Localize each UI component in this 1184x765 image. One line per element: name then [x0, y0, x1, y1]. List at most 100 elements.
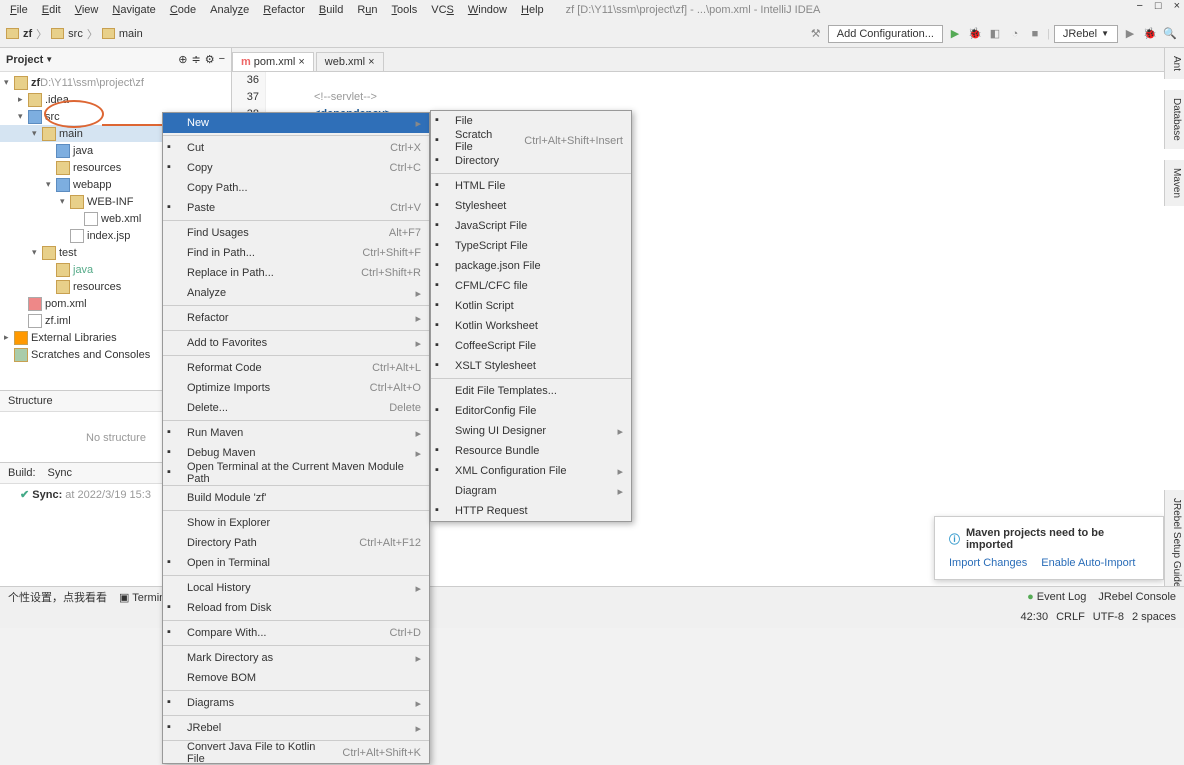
import-changes-link[interactable]: Import Changes [949, 557, 1027, 569]
menu-run[interactable]: Run [351, 3, 383, 17]
gear-icon[interactable]: ⚙ [205, 53, 215, 66]
menu-item[interactable]: ▪Stylesheet [431, 196, 631, 216]
menu-item[interactable]: ▪Diagrams▸ [163, 693, 429, 713]
menu-help[interactable]: Help [515, 3, 550, 17]
menu-item[interactable]: ▪Scratch FileCtrl+Alt+Shift+Insert [431, 131, 631, 151]
menu-item[interactable]: Edit File Templates... [431, 381, 631, 401]
stop-icon[interactable]: ■ [1027, 26, 1043, 42]
jrebel-combo[interactable]: JRebel ▼ [1054, 25, 1118, 43]
menu-item[interactable]: ▪HTML File [431, 176, 631, 196]
menu-file[interactable]: File [4, 3, 34, 17]
menu-item[interactable]: Directory PathCtrl+Alt+F12 [163, 533, 429, 553]
menu-item[interactable]: Convert Java File to Kotlin FileCtrl+Alt… [163, 743, 429, 763]
hide-icon[interactable]: − [219, 53, 225, 66]
hammer-icon[interactable]: ⚒ [808, 26, 824, 42]
vtab-maven[interactable]: Maven [1164, 160, 1184, 206]
menu-item[interactable]: ▪JavaScript File [431, 216, 631, 236]
breadcrumb[interactable]: zf〉 src〉 main [6, 26, 143, 42]
project-label[interactable]: Project [6, 54, 43, 66]
jrebel-console-tab[interactable]: JRebel Console [1098, 591, 1176, 603]
menu-refactor[interactable]: Refactor [257, 3, 311, 17]
menu-item[interactable]: Build Module 'zf' [163, 488, 429, 508]
collapse-icon[interactable]: ≑ [191, 53, 200, 66]
menu-item[interactable]: Optimize ImportsCtrl+Alt+O [163, 378, 429, 398]
enable-auto-import-link[interactable]: Enable Auto-Import [1041, 557, 1135, 569]
menu-edit[interactable]: Edit [36, 3, 67, 17]
menu-vcs[interactable]: VCS [425, 3, 460, 17]
menu-item[interactable]: Show in Explorer [163, 513, 429, 533]
menu-tools[interactable]: Tools [386, 3, 424, 17]
menu-item[interactable]: ▪CutCtrl+X [163, 138, 429, 158]
menu-item[interactable]: ▪CFML/CFC file [431, 276, 631, 296]
menu-item[interactable]: ▪Resource Bundle [431, 441, 631, 461]
menu-view[interactable]: View [69, 3, 105, 17]
menu-item[interactable]: Replace in Path...Ctrl+Shift+R [163, 263, 429, 283]
menu-item[interactable]: ▪Kotlin Worksheet [431, 316, 631, 336]
menu-build[interactable]: Build [313, 3, 349, 17]
close-icon[interactable]: × [298, 56, 304, 68]
menu-window[interactable]: Window [462, 3, 513, 17]
file-icon: ▪ [435, 114, 449, 128]
menu-item[interactable]: Diagram▸ [431, 481, 631, 501]
toolbar: zf〉 src〉 main ⚒ Add Configuration... ▶ 🐞… [0, 20, 1184, 48]
vtab-database[interactable]: Database [1164, 90, 1184, 149]
menu-item[interactable]: ▪File [431, 111, 631, 131]
menu-item[interactable]: ▪Open in Terminal [163, 553, 429, 573]
menu-item[interactable]: ▪HTTP Request [431, 501, 631, 521]
menu-item[interactable]: ▪Debug Maven▸ [163, 443, 429, 463]
menu-item[interactable]: ▪EditorConfig File [431, 401, 631, 421]
profile-icon[interactable]: ◔ [1007, 26, 1023, 42]
menu-item[interactable]: Find in Path...Ctrl+Shift+F [163, 243, 429, 263]
menu-analyze[interactable]: Analyze [204, 3, 255, 17]
menu-item[interactable]: Reformat CodeCtrl+Alt+L [163, 358, 429, 378]
menu-item[interactable]: Local History▸ [163, 578, 429, 598]
search-icon[interactable]: 🔍 [1162, 26, 1178, 42]
menu-item[interactable]: ▪XSLT Stylesheet [431, 356, 631, 376]
run-icon[interactable]: ▶ [947, 26, 963, 42]
target-icon[interactable]: ⊕ [178, 53, 187, 66]
menu-item[interactable]: ▪XML Configuration File▸ [431, 461, 631, 481]
vtab-jrebel[interactable]: JRebel Setup Guide [1164, 490, 1184, 596]
jrebel-debug-icon[interactable]: 🐞 [1142, 26, 1158, 42]
menu-item[interactable]: ▪Compare With...Ctrl+D [163, 623, 429, 643]
new-submenu[interactable]: ▪File▪Scratch FileCtrl+Alt+Shift+Insert▪… [430, 110, 632, 522]
menu-item[interactable]: ▪Directory [431, 151, 631, 171]
menu-item[interactable]: Copy Path... [163, 178, 429, 198]
menu-item[interactable]: Analyze▸ [163, 283, 429, 303]
menu-item[interactable]: ▪package.json File [431, 256, 631, 276]
menu-code[interactable]: Code [164, 3, 202, 17]
window-controls[interactable]: −□× [1136, 0, 1180, 12]
info-icon: ⓘ [949, 531, 960, 547]
menu-item[interactable]: ▪JRebel▸ [163, 718, 429, 738]
menu-item[interactable]: New▸ [163, 113, 429, 133]
menu-item[interactable]: ▪Run Maven▸ [163, 423, 429, 443]
menu-item[interactable]: ▪Reload from Disk [163, 598, 429, 618]
menu-navigate[interactable]: Navigate [106, 3, 161, 17]
tab-pom[interactable]: mpom.xml× [232, 52, 314, 71]
menu-item[interactable]: ▪Open Terminal at the Current Maven Modu… [163, 463, 429, 483]
menu-item[interactable]: Find UsagesAlt+F7 [163, 223, 429, 243]
run-config-combo[interactable]: Add Configuration... [828, 25, 943, 43]
cut-icon: ▪ [167, 141, 181, 155]
tab-web[interactable]: web.xml× [316, 52, 384, 71]
diagram-icon: ▪ [167, 696, 181, 710]
vtab-ant[interactable]: Ant [1164, 48, 1184, 79]
close-icon[interactable]: × [368, 56, 374, 68]
jrebel-run-icon[interactable]: ▶ [1122, 26, 1138, 42]
eventlog-tab[interactable]: ● Event Log [1027, 591, 1086, 603]
context-menu[interactable]: New▸ ▪CutCtrl+X▪CopyCtrl+CCopy Path...▪Pa… [162, 112, 430, 764]
menu-item[interactable]: Delete...Delete [163, 398, 429, 418]
menu-item[interactable]: Mark Directory as▸ [163, 648, 429, 668]
menu-item[interactable]: ▪PasteCtrl+V [163, 198, 429, 218]
ts-icon: ▪ [435, 239, 449, 253]
debug-icon[interactable]: 🐞 [967, 26, 983, 42]
menu-item[interactable]: Refactor▸ [163, 308, 429, 328]
menu-item[interactable]: Swing UI Designer▸ [431, 421, 631, 441]
menu-item[interactable]: ▪Kotlin Script [431, 296, 631, 316]
menu-item[interactable]: ▪CoffeeScript File [431, 336, 631, 356]
menu-item[interactable]: ▪CopyCtrl+C [163, 158, 429, 178]
coverage-icon[interactable]: ◧ [987, 26, 1003, 42]
menu-item[interactable]: ▪TypeScript File [431, 236, 631, 256]
menu-item[interactable]: Remove BOM [163, 668, 429, 688]
menu-item[interactable]: Add to Favorites▸ [163, 333, 429, 353]
